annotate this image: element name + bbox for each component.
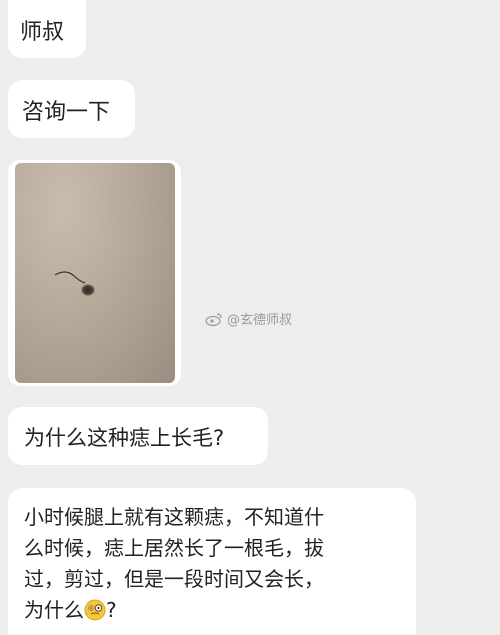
image-message[interactable] — [8, 160, 181, 386]
message-bubble-4[interactable]: 小时候腿上就有这颗痣，不知道什 么时候，痣上居然长了一根毛，拔 过，剪过，但是一… — [8, 488, 416, 635]
watermark: @玄德师叔 — [205, 309, 292, 328]
message-line-text: 为什么 — [24, 598, 84, 622]
message-bubble-3[interactable]: 为什么这种痣上长毛? — [8, 407, 268, 465]
message-line-last: 为什么 ? — [24, 595, 400, 626]
message-text: 咨询一下 — [22, 100, 111, 125]
weibo-icon — [205, 312, 222, 326]
message-line: 小时候腿上就有这颗痣，不知道什 — [24, 505, 324, 529]
mole-photo — [15, 163, 175, 383]
message-text: 为什么这种痣上长毛? — [24, 426, 225, 450]
message-line: 过，剪过，但是一段时间又会长， — [24, 567, 324, 591]
question-mark: ? — [106, 598, 117, 622]
message-bubble-2[interactable]: 咨询一下 — [8, 80, 135, 138]
mole-illustration — [54, 271, 95, 296]
watermark-text: @玄德师叔 — [227, 313, 293, 328]
message-text: 师叔 — [20, 20, 65, 45]
message-line: 么时候，痣上居然长了一根毛，拔 — [24, 536, 324, 560]
message-bubble-1[interactable]: 师叔 — [8, 0, 86, 58]
thinking-monocle-face-icon — [84, 599, 106, 621]
